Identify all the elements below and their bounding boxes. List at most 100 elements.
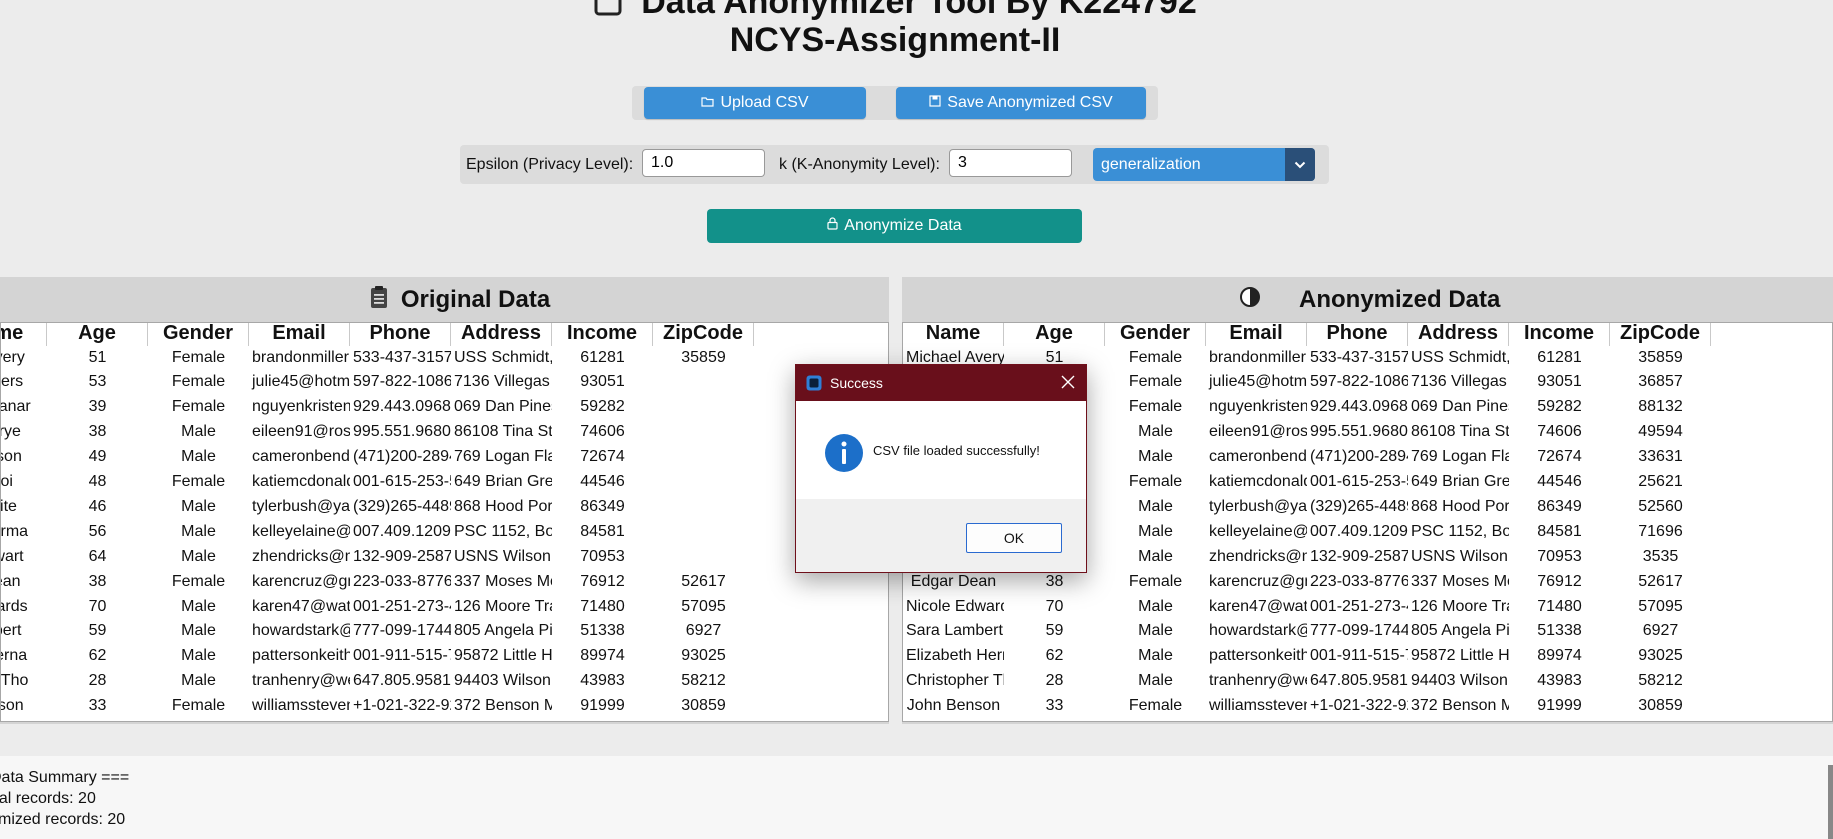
table-cell: 43983 bbox=[580, 672, 625, 690]
table-cell: 62 bbox=[1045, 647, 1064, 665]
table-cell: Male bbox=[1138, 647, 1173, 665]
table-row[interactable]: Benson 33 Female williamssteven@+1-021-322-… bbox=[1, 693, 764, 718]
table-row[interactable]: Stewart 64 Male zhendricks@mc132-909-2587US… bbox=[1, 544, 764, 569]
table-row[interactable]: Elizabeth Herna 62 Male pattersonkeith@001-… bbox=[903, 643, 1721, 668]
table-row[interactable]: ia Frye 38 Male eileen91@rose-995.551.96808… bbox=[1, 419, 764, 444]
table-cell: Female bbox=[1128, 373, 1183, 391]
table-cell: Female bbox=[171, 697, 226, 715]
table-cell: zhendricks@mc bbox=[252, 547, 350, 565]
table-cell: pattersonkeith@ bbox=[1209, 647, 1307, 665]
table-cell: 57095 bbox=[681, 597, 726, 615]
table-cell: pher Tho bbox=[0, 672, 29, 690]
table-row[interactable]: Christopher Tho 28 Male tranhenry@west647.8… bbox=[903, 668, 1721, 693]
table-cell: 30859 bbox=[1638, 697, 1683, 715]
table-cell: Male bbox=[181, 423, 216, 441]
close-icon[interactable] bbox=[1060, 374, 1076, 395]
table-row[interactable]: el Avery 51 Female brandonmiller@533-437-31… bbox=[1, 345, 764, 370]
original-data-table[interactable]: NameAgeGenderEmailPhoneAddressIncomeZipC… bbox=[0, 322, 889, 722]
table-cell: ambert bbox=[1, 622, 22, 640]
table-cell: 35859 bbox=[681, 348, 726, 366]
table-cell: 89974 bbox=[580, 647, 625, 665]
page-title-line2: NCYS-Assignment-II bbox=[729, 21, 1061, 59]
table-row[interactable]: mmerma 56 Male kelleyelaine@sc007.409.1209x… bbox=[1, 519, 764, 544]
table-cell: 7136 Villegas S bbox=[454, 373, 552, 391]
lock-icon bbox=[827, 217, 838, 235]
table-cell: 39 bbox=[88, 398, 107, 416]
table-cell: 7136 Villegas S bbox=[1411, 373, 1509, 391]
summary-text-area[interactable]: Data Summary === nal records: 20 ymized … bbox=[0, 756, 1833, 839]
table-cell: 56 bbox=[88, 522, 107, 540]
anonymized-data-header: Anonymized Data bbox=[902, 277, 1833, 323]
table-row[interactable]: Powers 53 Female julie45@hotmail597-822-108… bbox=[1, 369, 764, 394]
table-row[interactable]: th Herna 62 Male pattersonkeith@001-911-515… bbox=[1, 643, 764, 668]
method-select[interactable]: generalization bbox=[1093, 148, 1315, 181]
column-header: Phone bbox=[1307, 323, 1408, 346]
table-cell: 49 bbox=[88, 448, 107, 466]
table-cell: 94403 Wilson L bbox=[1411, 672, 1509, 690]
table-cell: katiemcdonald@ bbox=[252, 473, 350, 490]
table-cell: 337 Moses Mou bbox=[454, 572, 552, 590]
table-cell: 868 Hood Ports bbox=[1411, 497, 1509, 515]
table-cell: Female bbox=[1128, 473, 1183, 490]
floppy-disk-icon bbox=[929, 94, 941, 112]
chevron-down-icon[interactable] bbox=[1285, 148, 1315, 181]
half-circle-icon bbox=[1239, 286, 1261, 315]
table-cell: 223-033-8776 bbox=[1310, 572, 1408, 590]
table-row[interactable]: ambert 59 Male howardstark@g777-099-1744xt8… bbox=[1, 618, 764, 643]
save-anonymized-csv-button[interactable]: Save Anonymized CSV bbox=[896, 87, 1146, 119]
upload-csv-button[interactable]: Upload CSV bbox=[644, 87, 866, 119]
table-cell: 33 bbox=[1045, 697, 1064, 715]
clipboard-icon bbox=[369, 285, 389, 316]
table-cell: Male bbox=[181, 597, 216, 615]
table-header-row: NameAgeGenderEmailPhoneAddressIncomeZipC… bbox=[1, 323, 764, 346]
table-row[interactable]: Sara Lambert 59 Male howardstark@g777-099-1… bbox=[903, 618, 1721, 643]
table-cell: 91999 bbox=[1537, 697, 1582, 715]
table-cell: Powers bbox=[0, 373, 24, 391]
table-cell: Female bbox=[1128, 348, 1183, 366]
summary-scrollbar[interactable] bbox=[1828, 765, 1833, 839]
table-cell: 929.443.0968 bbox=[353, 398, 451, 416]
table-cell: 132-909-2587 bbox=[1310, 547, 1408, 565]
table-cell: Male bbox=[1138, 423, 1173, 441]
original-data-panel: Original Data NameAgeGenderEmailPhoneAdd… bbox=[0, 277, 889, 724]
table-row[interactable]: Choi 48 Female katiemcdonald@001-615-253-5C… bbox=[1, 469, 764, 494]
table-cell: karen47@watsc bbox=[1209, 597, 1307, 615]
table-cell: 805 Angela Pine bbox=[1411, 622, 1509, 640]
table-row[interactable]: r Dean 38 Female karencruz@gma223-033-87763… bbox=[1, 569, 764, 594]
table-cell: nguyenkristen@ bbox=[1209, 398, 1307, 416]
table-cell: Male bbox=[1138, 672, 1173, 690]
table-cell: 58212 bbox=[1638, 672, 1683, 690]
table-cell: Male bbox=[1138, 547, 1173, 565]
table-row[interactable]: ackson49Malecameronbender(471)200-2894x7… bbox=[1, 444, 764, 469]
table-cell: PSC 1152, Box bbox=[454, 522, 552, 540]
table-cell: 52617 bbox=[681, 572, 726, 590]
table-cell: 86349 bbox=[1537, 497, 1582, 515]
table-row[interactable]: Buchanar 39 Female nguyenkristen@929.443.09… bbox=[1, 394, 764, 419]
table-row[interactable]: John Benson 33 Female williamssteven@+1-021… bbox=[903, 693, 1721, 718]
column-header: Age bbox=[1004, 323, 1105, 346]
table-row[interactable]: Nicole Edwards 70 Male karen47@watsc001-251… bbox=[903, 594, 1721, 619]
table-cell: Male bbox=[181, 647, 216, 665]
table-cell: 51338 bbox=[580, 622, 625, 640]
anonymize-data-button[interactable]: Anonymize Data bbox=[707, 209, 1082, 243]
ok-button[interactable]: OK bbox=[966, 523, 1062, 553]
dialog-message: CSV file loaded successfully! bbox=[873, 443, 1040, 458]
table-cell: williamssteven@ bbox=[252, 697, 350, 715]
table-cell: 93025 bbox=[1638, 647, 1683, 665]
table-header-row: NameAgeGenderEmailPhoneAddressIncomeZipC… bbox=[903, 323, 1721, 346]
table-cell: cameronbender bbox=[252, 448, 350, 466]
k-anonymity-input[interactable] bbox=[949, 149, 1072, 177]
table-cell bbox=[653, 494, 754, 519]
table-row[interactable]: White46Maletylerbush@yaho(329)265-4489x8… bbox=[1, 494, 764, 519]
table-cell: 70 bbox=[88, 597, 107, 615]
table-row[interactable]: pher Tho 28 Male tranhenry@west647.805.9581… bbox=[1, 668, 764, 693]
epsilon-label: Epsilon (Privacy Level): bbox=[466, 156, 634, 173]
table-cell: USS Schmidt, F bbox=[1411, 348, 1509, 366]
table-cell: Male bbox=[1138, 622, 1173, 640]
table-cell: 769 Logan Flats bbox=[1411, 448, 1509, 466]
epsilon-input[interactable] bbox=[642, 149, 765, 177]
original-data-header: Original Data bbox=[0, 277, 889, 323]
table-cell: 30859 bbox=[681, 697, 726, 715]
table-row[interactable]: Edwards 70 Male karen47@watsc001-251-273-45… bbox=[1, 594, 764, 619]
anonymize-data-label: Anonymize Data bbox=[844, 217, 962, 234]
